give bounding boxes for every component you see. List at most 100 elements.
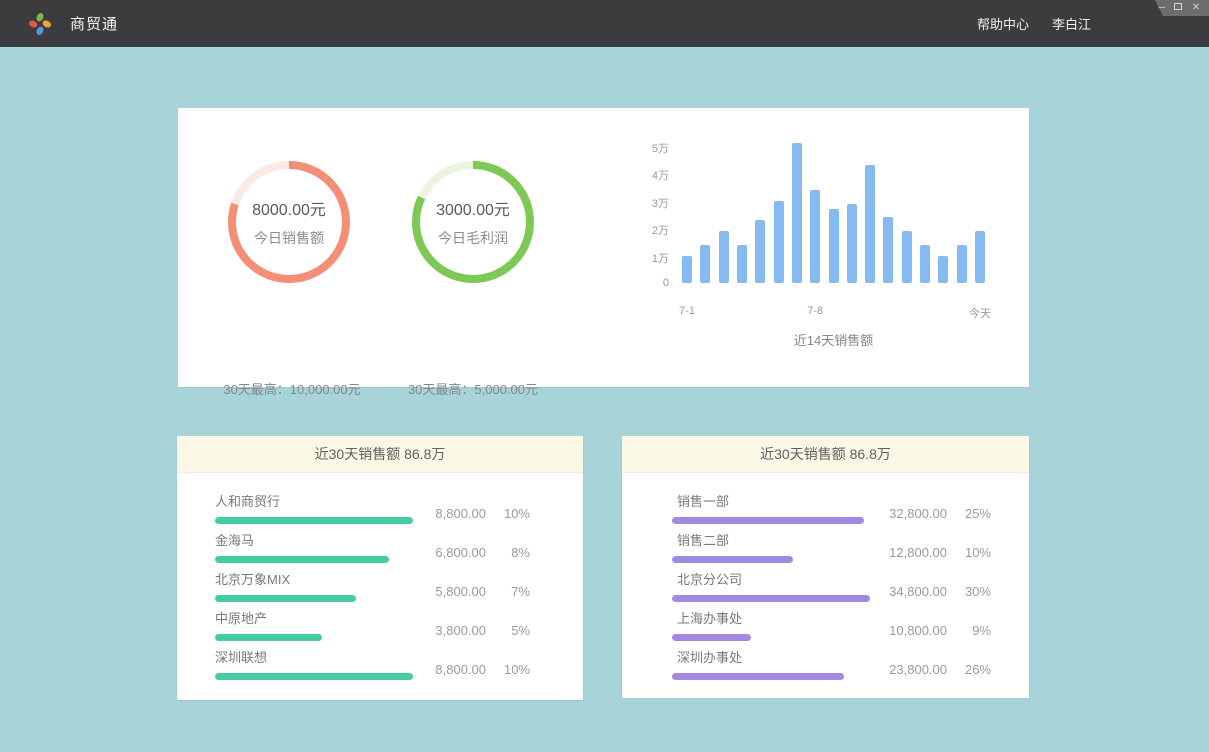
rank-row-amount: 10,800.00	[889, 623, 947, 638]
rank-row: 上海办事处10,800.009%	[672, 604, 991, 643]
close-button[interactable]: ✕	[1191, 3, 1201, 13]
help-center-link[interactable]: 帮助中心	[977, 14, 1029, 33]
rank-row: 人和商贸行8,800.0010%	[215, 487, 530, 526]
rank-row-percent: 10%	[486, 506, 530, 521]
y-axis-label: 2万	[637, 222, 669, 238]
y-axis-label: 0	[637, 277, 669, 289]
sales-bar	[774, 201, 784, 283]
rank-row-percent: 7%	[486, 584, 530, 599]
rank-row-bar	[215, 673, 413, 680]
rank-row-percent: 5%	[486, 623, 530, 638]
rank-row-values: 12,800.0010%	[889, 545, 991, 560]
y-axis-label: 1万	[637, 250, 669, 266]
rank-row: 中原地产3,800.005%	[215, 604, 530, 643]
sales-bar	[902, 231, 912, 283]
rank-row-percent: 26%	[947, 662, 991, 677]
sales-bar	[938, 256, 948, 283]
today-profit-value: 3000.00元	[436, 196, 510, 220]
sales-bar	[847, 204, 857, 283]
dashboard: 8000.00元 今日销售额 30天最高：10,000.00元 3000.00元…	[0, 47, 1209, 752]
departments-card-title: 近30天销售额 86.8万	[622, 436, 1029, 473]
sales-14day-chart: 0 1万 2万 3万 4万 5万 7-1 7-8 今天 近14天销售额	[637, 108, 1017, 387]
rank-row-bar	[672, 634, 751, 641]
rank-row-amount: 5,800.00	[435, 584, 486, 599]
customers-rank-list: 人和商贸行8,800.0010%金海马6,800.008%北京万象MIX5,80…	[177, 473, 583, 682]
sales-bar	[682, 256, 692, 283]
rank-row-percent: 9%	[947, 623, 991, 638]
x-axis-label: 7-8	[807, 305, 823, 317]
rank-row-bar	[672, 595, 870, 602]
y-axis-label: 5万	[637, 140, 669, 156]
user-menu[interactable]: 李白江	[1052, 14, 1091, 33]
rank-row-bar	[672, 517, 864, 524]
rank-row-amount: 32,800.00	[889, 506, 947, 521]
customers-card-title: 近30天销售额 86.8万	[177, 436, 583, 473]
rank-row: 深圳办事处23,800.0026%	[672, 643, 991, 682]
sales-bar	[810, 190, 820, 283]
rank-row-percent: 25%	[947, 506, 991, 521]
sales-bar	[719, 231, 729, 283]
sales-bar	[957, 245, 967, 283]
sales-bar	[700, 245, 710, 283]
overview-card: 8000.00元 今日销售额 30天最高：10,000.00元 3000.00元…	[178, 108, 1029, 387]
window-controls: — ✕	[1147, 0, 1209, 16]
today-profit-label: 今日毛利润	[438, 228, 508, 248]
chart-caption: 近14天销售额	[682, 330, 985, 349]
rank-row-bar	[215, 595, 356, 602]
rank-row: 销售一部32,800.0025%	[672, 487, 991, 526]
rank-row-amount: 23,800.00	[889, 662, 947, 677]
today-sales-value: 8000.00元	[252, 196, 326, 220]
today-profit-donut: 3000.00元 今日毛利润	[408, 157, 538, 287]
x-axis-label: 7-1	[679, 305, 695, 317]
sales-bar	[920, 245, 930, 283]
rank-row-percent: 10%	[486, 662, 530, 677]
sales-bar	[737, 245, 747, 283]
rank-row-bar	[215, 634, 322, 641]
rank-row-values: 10,800.009%	[889, 623, 991, 638]
rank-row-values: 8,800.0010%	[435, 506, 530, 521]
rank-row: 销售二部12,800.0010%	[672, 526, 991, 565]
customers-ranking-card: 近30天销售额 86.8万 人和商贸行8,800.0010%金海马6,800.0…	[177, 436, 583, 700]
rank-row: 北京分公司34,800.0030%	[672, 565, 991, 604]
profit-30day-max: 30天最高：5,000.00元	[353, 379, 593, 398]
rank-row-amount: 8,800.00	[435, 506, 486, 521]
sales-bar	[829, 209, 839, 283]
minimize-button[interactable]: —	[1155, 3, 1165, 13]
sales-bar	[975, 231, 985, 283]
departments-ranking-card: 近30天销售额 86.8万 销售一部32,800.0025%销售二部12,800…	[622, 436, 1029, 698]
rank-row-amount: 34,800.00	[889, 584, 947, 599]
today-sales-donut: 8000.00元 今日销售额	[224, 157, 354, 287]
rank-row-percent: 8%	[486, 545, 530, 560]
sales-bar	[883, 217, 893, 283]
rank-row-bar	[672, 556, 793, 563]
title-bar: 商贸通 帮助中心 李白江 — ✕	[0, 0, 1209, 47]
rank-row-values: 34,800.0030%	[889, 584, 991, 599]
app-logo-icon	[27, 11, 53, 37]
rank-row-bar	[215, 517, 413, 524]
bar-series	[682, 133, 985, 283]
sales-bar	[755, 220, 765, 283]
rank-row-amount: 3,800.00	[435, 623, 486, 638]
rank-row-amount: 8,800.00	[435, 662, 486, 677]
rank-row-amount: 12,800.00	[889, 545, 947, 560]
sales-bar	[792, 143, 802, 283]
rank-row-values: 8,800.0010%	[435, 662, 530, 677]
rank-row: 金海马6,800.008%	[215, 526, 530, 565]
departments-rank-list: 销售一部32,800.0025%销售二部12,800.0010%北京分公司34,…	[622, 473, 1029, 682]
rank-row-percent: 10%	[947, 545, 991, 560]
y-axis-label: 3万	[637, 195, 669, 211]
y-axis-label: 4万	[637, 167, 669, 183]
app-title: 商贸通	[70, 13, 118, 34]
x-axis-label: 今天	[969, 305, 991, 321]
rank-row-amount: 6,800.00	[435, 545, 486, 560]
rank-row: 深圳联想8,800.0010%	[215, 643, 530, 682]
rank-row-values: 6,800.008%	[435, 545, 530, 560]
maximize-button[interactable]	[1173, 3, 1183, 13]
rank-row: 北京万象MIX5,800.007%	[215, 565, 530, 604]
rank-row-bar	[215, 556, 389, 563]
rank-row-percent: 30%	[947, 584, 991, 599]
rank-row-values: 3,800.005%	[435, 623, 530, 638]
rank-row-values: 5,800.007%	[435, 584, 530, 599]
rank-row-bar	[672, 673, 844, 680]
maximize-icon	[1174, 3, 1182, 10]
